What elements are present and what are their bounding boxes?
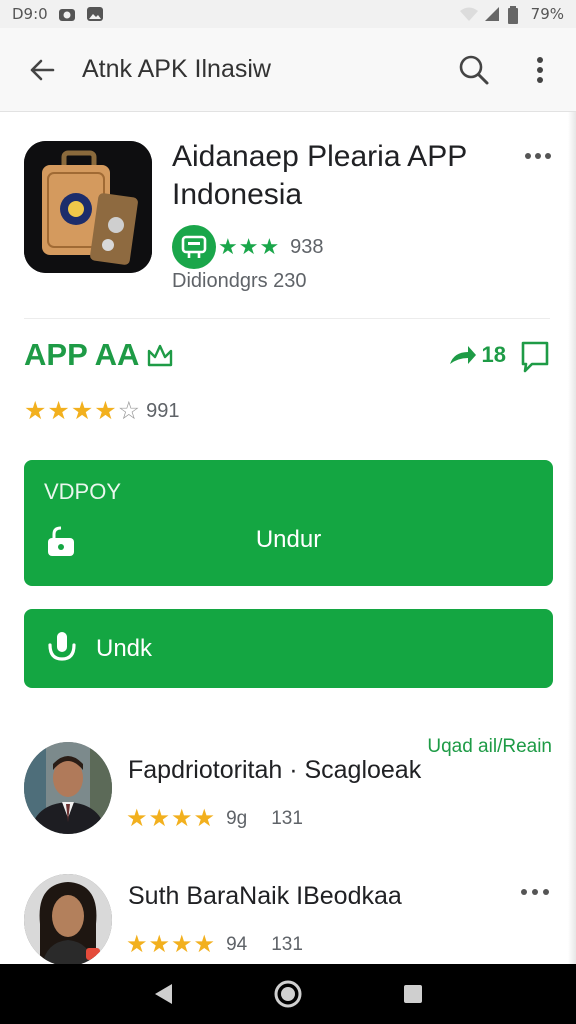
camera-icon [58, 6, 76, 22]
section-rating: ★★★★ ☆ 991 [24, 396, 179, 426]
secondary-download-button[interactable]: Undk [24, 609, 553, 688]
section-stars: ★★★★ [24, 397, 118, 425]
secondary-download-label: Undk [96, 634, 153, 662]
share-arrow-icon [449, 346, 476, 364]
nav-recents-button[interactable] [389, 970, 437, 1018]
review-stars: ★★★★ [126, 931, 217, 958]
review-rating: ★★★★ 9g 131 [126, 804, 303, 833]
nav-home-icon [274, 980, 302, 1008]
luggage-app-icon [24, 141, 152, 273]
reviews-link[interactable]: Uqad ail/Reain [427, 736, 552, 758]
app-icon[interactable] [24, 141, 152, 273]
section-rating-score: 991 [146, 399, 180, 422]
review-author: Suth BaraNaik IBeodkaa [128, 882, 402, 910]
navigation-bar [0, 964, 576, 1024]
app-rating-count: 938 [290, 235, 324, 258]
crown-icon [148, 344, 173, 367]
overflow-menu-icon [537, 56, 543, 83]
avatar[interactable] [24, 742, 112, 834]
more-horizontal-icon [525, 153, 551, 159]
nav-back-icon [154, 984, 172, 1004]
share-count: 18 [481, 342, 506, 367]
download-button[interactable]: VDPOY Undur [24, 460, 553, 586]
back-button[interactable] [14, 42, 70, 98]
status-time: D9:0 [12, 5, 48, 23]
battery-icon [507, 6, 525, 24]
download-button-caption: VDPOY [44, 479, 122, 504]
nav-back-button[interactable] [139, 970, 187, 1018]
review-count: 131 [271, 933, 303, 955]
battery-percent: 79% [530, 5, 564, 23]
app-rating: ★★★ 938 [172, 225, 324, 269]
review-author: Fapdriotoritah · Scagloeak [128, 756, 422, 784]
wifi-icon [459, 6, 478, 22]
comment-icon [521, 341, 549, 373]
rating-badge-icon [172, 225, 216, 269]
section-title: APP AA [24, 337, 173, 373]
overflow-menu-button[interactable] [516, 46, 564, 94]
scroll-indicator [568, 112, 576, 964]
review-score: 9g [226, 807, 248, 829]
nav-home-button[interactable] [264, 970, 312, 1018]
photo-icon [86, 6, 104, 22]
more-horizontal-icon [521, 889, 549, 895]
app-more-button[interactable] [524, 142, 552, 170]
review-more-button[interactable] [520, 882, 550, 902]
back-arrow-icon [30, 59, 55, 80]
nav-recents-icon [404, 985, 423, 1003]
status-bar: D9:0 79% [0, 0, 576, 28]
review-score: 94 [226, 933, 248, 955]
avatar[interactable] [24, 874, 112, 966]
comment-button[interactable] [520, 340, 550, 374]
review-stars: ★★★★ [126, 805, 217, 832]
share-button[interactable]: 18 [448, 342, 506, 368]
review-rating: ★★★★ 94 131 [126, 930, 303, 959]
search-icon [459, 55, 489, 84]
app-bar-title: Atnk APK Ilnasiw [82, 55, 271, 83]
app-title: Aidanaep Plearia APP Indonesia [172, 140, 467, 211]
hand-icon [46, 629, 78, 668]
developer-name[interactable]: Didiondgrs 230 [172, 270, 307, 293]
section-star-empty: ☆ [117, 397, 141, 425]
signal-icon [483, 6, 501, 22]
top-app-bar: Atnk APK Ilnasiw [0, 28, 576, 112]
download-button-label: Undur [255, 526, 322, 553]
search-button[interactable] [450, 46, 498, 94]
app-rating-stars: ★★★ [218, 234, 281, 259]
divider [24, 318, 550, 319]
section-title-text: APP AA [24, 337, 140, 372]
review-count: 131 [271, 807, 303, 829]
